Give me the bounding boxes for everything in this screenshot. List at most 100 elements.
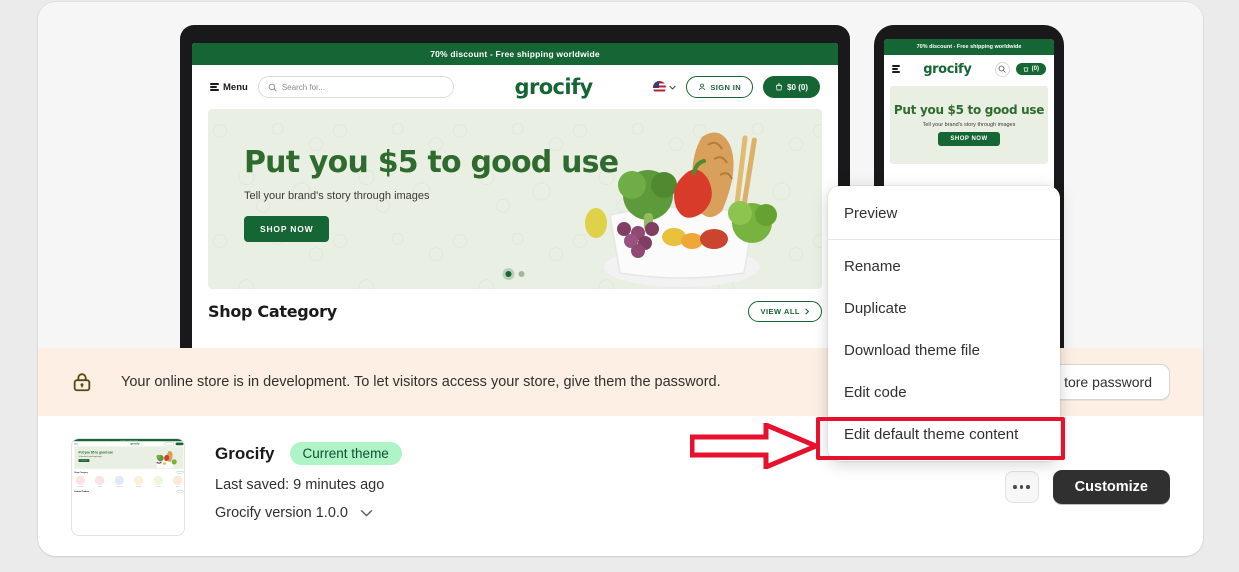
storefront-signin-button[interactable]: SIGN IN (686, 76, 754, 98)
thumb-category-item: Milk & Eggs (133, 475, 145, 488)
theme-name: Grocify (215, 443, 275, 463)
thumb-category-label: Frozen Fish (116, 486, 122, 488)
hero-subtitle: Tell your brand's story through images (244, 190, 430, 202)
last-saved-text: Last saved: 9 minutes ago (215, 477, 385, 493)
chevron-down-icon (360, 509, 373, 517)
thumb-category-icon (75, 475, 85, 486)
us-flag-icon (653, 80, 667, 94)
thumb-category-item: Fat Bakery (94, 475, 106, 487)
storefront-search-input[interactable]: Search for... (257, 76, 454, 98)
storefront-menu-button[interactable]: Menu (210, 82, 248, 93)
cart-icon (776, 83, 783, 91)
thumb-category-list: Fruit Vegetable Fat Bakery Frozen Fish M… (74, 475, 184, 488)
mobile-hero-subtitle: Tell your brand's story through images (922, 121, 1016, 128)
mobile-hero-title: Put you $5 to good use (893, 103, 1045, 118)
view-all-label: VIEW ALL (760, 306, 800, 316)
user-icon (699, 83, 706, 91)
cart-icon (1023, 67, 1028, 72)
annotation-arrow-icon (690, 423, 820, 469)
thumb-category-item: Baking (172, 475, 184, 488)
shop-category-section-header: Shop Category VIEW ALL (208, 289, 822, 333)
hamburger-icon (210, 83, 219, 91)
mobile-logo[interactable]: grocify (906, 62, 989, 77)
thumb-shop-category-row: Shop Category (74, 471, 184, 474)
thumb-menu-label: Menu (74, 443, 78, 445)
menu-item-edit-code[interactable]: Edit code (828, 371, 1060, 413)
shop-category-title: Shop Category (208, 301, 337, 321)
more-actions-button[interactable] (1004, 471, 1039, 503)
hero-carousel-dots[interactable] (505, 271, 525, 277)
menu-divider (828, 239, 1060, 240)
hero-text-block: Put you $5 to good use Tell your brand's… (244, 145, 619, 242)
manage-store-password-button[interactable]: tore password (1046, 364, 1170, 400)
thumb-footer-title: Feature Product (74, 490, 89, 493)
menu-label: Menu (223, 81, 248, 93)
mobile-hamburger-icon[interactable] (892, 65, 900, 73)
storefront-announcement-bar: 70% discount - Free shipping worldwide (192, 43, 838, 65)
search-icon (268, 83, 277, 92)
thumb-category-icon (114, 475, 124, 486)
menu-item-edit-default-theme-content[interactable]: Edit default theme content (828, 413, 1060, 455)
mobile-announcement-text: 70% discount - Free shipping worldwide (916, 44, 1022, 50)
thumb-category-item: Fruit Vegetable (74, 475, 86, 488)
customize-button[interactable]: Customize (1052, 470, 1170, 504)
mobile-cart-button[interactable]: (0) (1015, 63, 1046, 75)
thumb-footer-pill (176, 490, 184, 493)
mobile-storefront-header: grocify (0) (884, 55, 1054, 83)
thumb-hero: Put you $5 to good use Tell your brand's… (74, 446, 184, 469)
menu-item-rename[interactable]: Rename (828, 245, 1060, 287)
hero-title: Put you $5 to good use (244, 145, 619, 180)
desktop-preview-screen: 70% discount - Free shipping worldwide M… (192, 43, 838, 348)
thumb-category-icon (95, 475, 105, 486)
status-badge: Current theme (289, 442, 402, 465)
storefront-logo[interactable]: grocify (464, 75, 644, 99)
thumb-category-label: Baking (176, 486, 180, 488)
dot (1013, 485, 1017, 489)
storefront-hero-banner: Put you $5 to good use Tell your brand's… (208, 109, 822, 289)
thumb-category-label: Fruit Vegetable (76, 486, 84, 488)
dot (1026, 485, 1030, 489)
view-all-button[interactable]: VIEW ALL (748, 300, 822, 322)
thumb-signin-button (164, 442, 174, 446)
menu-item-download-theme-file[interactable]: Download theme file (828, 329, 1060, 371)
cart-label: $0 (0) (787, 82, 808, 92)
dot (1019, 485, 1024, 489)
thumb-footer-row: Feature Product (74, 490, 184, 493)
thumb-view-all-pill (176, 471, 184, 474)
storefront-header: Menu Search for... grocify SIGN IN $0 (0… (192, 65, 838, 109)
thumb-section-title: Shop Category (74, 471, 88, 474)
desktop-preview-frame: 70% discount - Free shipping worldwide M… (180, 25, 850, 348)
mobile-shop-now-button[interactable]: SHOP NOW (938, 131, 1000, 146)
signin-label: SIGN IN (710, 82, 742, 92)
chevron-down-icon (669, 85, 677, 90)
mobile-announcement-bar: 70% discount - Free shipping worldwide (884, 39, 1054, 55)
hero-shop-now-button[interactable]: SHOP NOW (244, 216, 330, 242)
mobile-hero-banner: Put you $5 to good use Tell your brand's… (890, 86, 1048, 164)
carousel-dot-1[interactable] (505, 271, 512, 277)
search-placeholder-text: Search for... (281, 82, 325, 92)
chevron-right-icon (805, 307, 810, 315)
country-selector[interactable] (653, 80, 677, 94)
thumb-hero-cta: SHOP NOW (78, 459, 90, 463)
thumb-category-icon (153, 475, 163, 486)
thumb-produce-illustration (155, 450, 177, 469)
mobile-search-icon[interactable] (994, 61, 1010, 77)
thumb-category-icon (172, 475, 183, 486)
menu-item-duplicate[interactable]: Duplicate (828, 287, 1060, 329)
theme-version-label: Grocify version 1.0.0 (215, 505, 348, 521)
theme-version-selector[interactable]: Grocify version 1.0.0 (215, 505, 1005, 521)
carousel-dot-2[interactable] (518, 271, 525, 277)
thumb-category-item: Fresh Fruit (152, 475, 164, 487)
mobile-cart-label: (0) (1031, 66, 1039, 72)
theme-actions-popover: Preview Rename Duplicate Download theme … (828, 186, 1060, 461)
screenshot-root: 70% discount - Free shipping worldwide M… (0, 0, 1239, 572)
theme-thumbnail[interactable]: 70% discount - Free shipping worldwide M… (71, 438, 185, 536)
thumb-cart-button (175, 442, 184, 446)
thumb-category-label: Milk & Eggs (135, 486, 142, 488)
menu-item-preview[interactable]: Preview (828, 192, 1060, 234)
theme-thumbnail-content: 70% discount - Free shipping worldwide M… (72, 439, 184, 535)
logo-text: grocify (514, 75, 594, 99)
search-glyph (998, 65, 1006, 73)
storefront-cart-button[interactable]: $0 (0) (763, 76, 820, 98)
lock-icon (73, 373, 91, 392)
